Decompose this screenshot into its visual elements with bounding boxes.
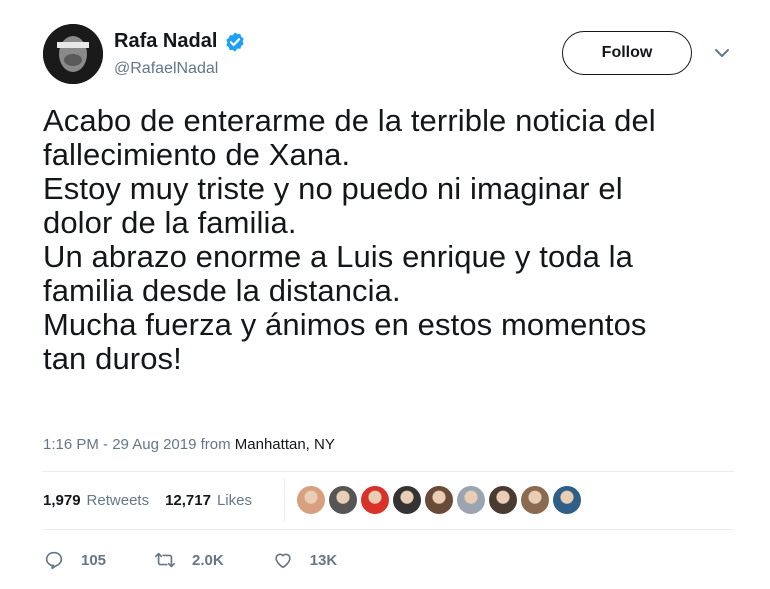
tweet-card: Rafa Nadal @RafaelNadal Follow Acabo de … — [0, 0, 770, 589]
liker-avatar-7[interactable] — [488, 485, 518, 515]
liker-avatar-3[interactable] — [360, 485, 390, 515]
profile-avatar[interactable] — [43, 24, 103, 84]
liker-avatar-8[interactable] — [520, 485, 550, 515]
liker-avatar-6[interactable] — [456, 485, 486, 515]
tweet-line: Un abrazo enorme a Luis enrique y toda l… — [43, 239, 634, 274]
follow-button[interactable]: Follow — [562, 31, 692, 75]
stats-separator — [284, 478, 285, 522]
retweets-count: 1,979 — [43, 492, 81, 509]
tweet-line: Acabo de enterarme de la terrible notici… — [43, 103, 656, 138]
tweet-line: fallecimiento de Xana. — [43, 137, 351, 172]
tweet-line: Estoy muy triste y no puedo ni imaginar … — [43, 171, 623, 206]
name-row: Rafa Nadal — [114, 30, 246, 53]
user-handle[interactable]: @RafaelNadal — [114, 60, 218, 78]
tweet-line: tan duros! — [43, 341, 182, 376]
tweet-text: Acabo de enterarme de la terrible notici… — [43, 104, 743, 376]
liker-avatars — [296, 485, 584, 515]
like-count: 13K — [309, 551, 338, 569]
liker-avatar-2[interactable] — [328, 485, 358, 515]
tweet-metadata: 1:16 PM - 29 Aug 2019 from Manhattan, NY — [43, 436, 335, 453]
tweet-actions: 105 2.0K 13K — [43, 549, 385, 571]
retweets-stat[interactable]: 1,979 Retweets — [43, 492, 149, 509]
likes-stat[interactable]: 12,717 Likes — [165, 492, 252, 509]
heart-icon — [275, 553, 291, 569]
like-button[interactable]: 13K — [272, 549, 338, 571]
engagement-stats: 1,979 Retweets 12,717 Likes — [43, 492, 268, 509]
tweet-line: dolor de la familia. — [43, 205, 297, 240]
liker-avatar-5[interactable] — [424, 485, 454, 515]
tweet-line: Mucha fuerza y ánimos en estos momentos — [43, 307, 647, 342]
retweets-label: Retweets — [86, 492, 150, 509]
retweet-count: 2.0K — [192, 551, 224, 569]
tweet-line: familia desde la distancia. — [43, 273, 401, 308]
likes-label: Likes — [216, 492, 252, 509]
retweet-button[interactable]: 2.0K — [154, 549, 224, 571]
liker-avatar-1[interactable] — [296, 485, 326, 515]
chevron-down-icon[interactable] — [714, 47, 730, 59]
liker-avatar-9[interactable] — [552, 485, 582, 515]
display-name[interactable]: Rafa Nadal — [114, 30, 217, 53]
reply-icon — [45, 551, 63, 570]
verified-badge-icon — [226, 31, 244, 52]
divider — [43, 471, 734, 472]
avatar-image — [43, 24, 103, 84]
location-link[interactable]: Manhattan, NY — [235, 436, 335, 453]
liker-avatar-4[interactable] — [392, 485, 422, 515]
retweet-icon — [155, 552, 176, 568]
divider — [43, 529, 734, 530]
timestamp[interactable]: 1:16 PM - 29 Aug 2019 from — [43, 436, 235, 453]
likes-count: 12,717 — [165, 492, 211, 509]
reply-button[interactable]: 105 — [43, 549, 106, 571]
reply-count: 105 — [81, 551, 107, 569]
